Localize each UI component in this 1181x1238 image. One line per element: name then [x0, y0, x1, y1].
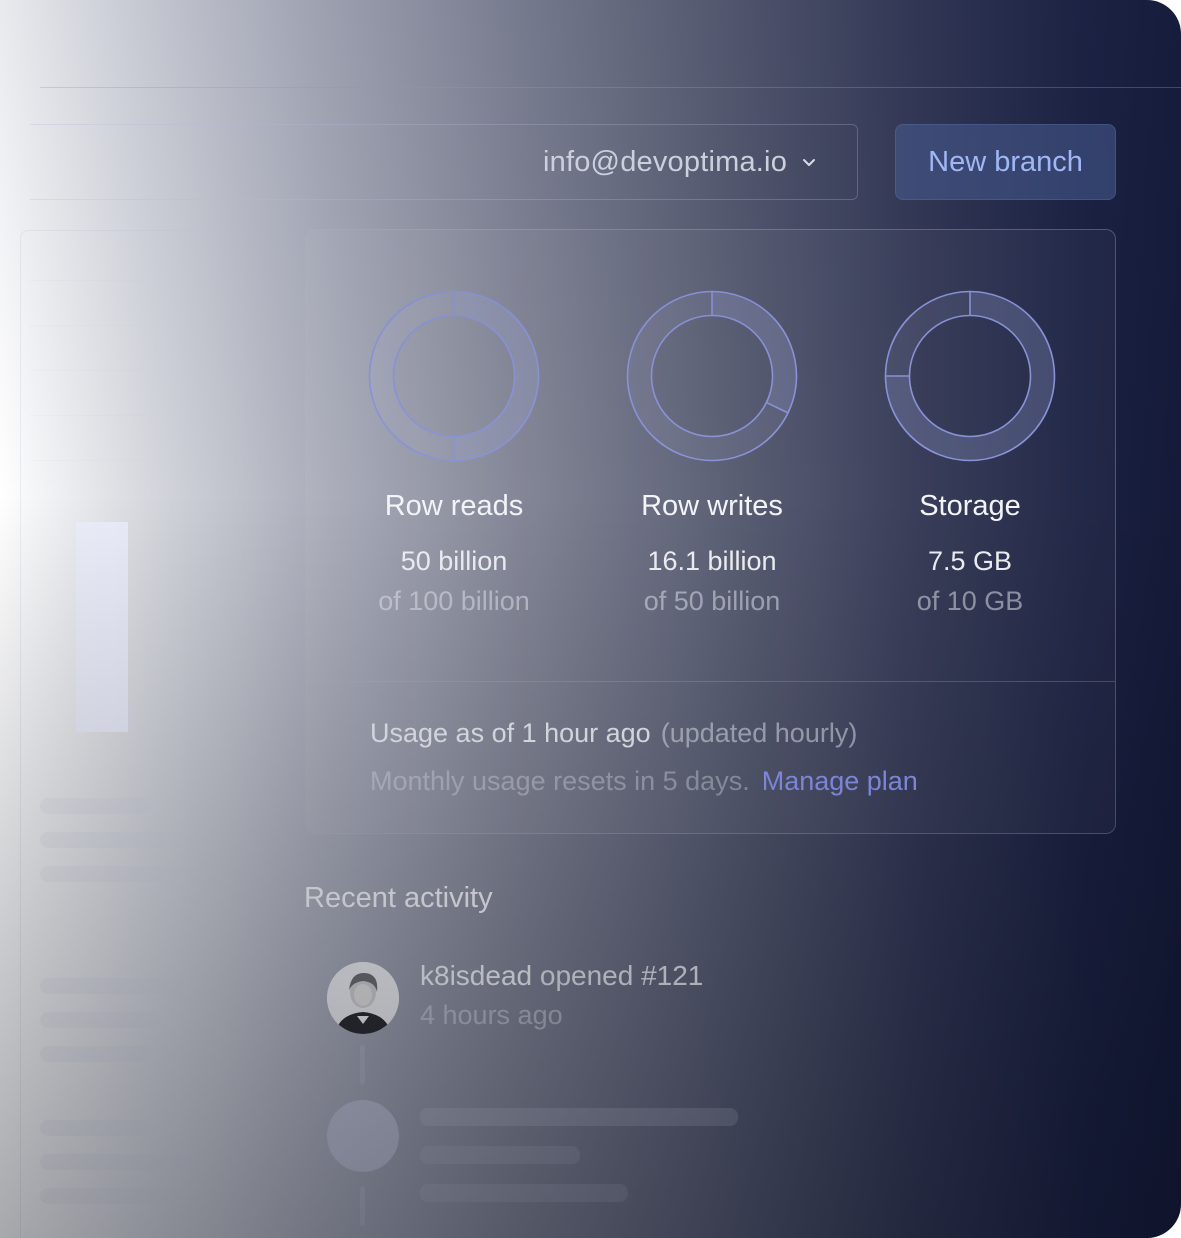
metric-value: 16.1 billion: [647, 546, 777, 576]
placeholder-line: [40, 1120, 150, 1136]
ring-outline: [650, 314, 774, 438]
activity-time: 4 hours ago: [420, 1000, 563, 1030]
placeholder-line: [40, 978, 190, 994]
chevron-down-icon: [803, 159, 816, 166]
usage-card: Row reads 50 billion of 100 billion Row …: [305, 229, 1116, 834]
placeholder-line: [40, 798, 150, 814]
timeline-connector: [360, 1186, 365, 1226]
timeline-connector: [360, 1045, 365, 1085]
app-window: info@devoptima.io New branch Row reads 5…: [0, 0, 1181, 1238]
usage-as-of: Usage as of 1 hour ago: [370, 718, 651, 748]
metric-limit: of 100 billion: [378, 586, 530, 616]
activity-item[interactable]: k8isdead opened #121: [420, 960, 703, 992]
manage-plan-link[interactable]: Manage plan: [762, 766, 918, 796]
placeholder-line: [40, 1154, 200, 1170]
metric-label: Row writes: [641, 490, 783, 522]
usage-ring: [884, 290, 1056, 462]
divider: [30, 460, 200, 461]
placeholder-line: [40, 866, 180, 882]
activity-action: opened #121: [539, 960, 704, 991]
placeholder-line: [420, 1108, 738, 1126]
ring-outline: [392, 314, 516, 438]
metric-label: Row reads: [384, 490, 524, 522]
placeholder-line: [40, 832, 200, 848]
sidebar-selection-highlight: [76, 522, 128, 732]
reset-text: Monthly usage resets in 5 days.: [370, 766, 750, 796]
metric-limit: of 50 billion: [643, 586, 781, 616]
divider: [30, 370, 200, 371]
usage-ring: [368, 290, 540, 462]
metric-value: 7.5 GB: [927, 546, 1013, 576]
avatar-image: [327, 962, 399, 1034]
placeholder-line: [420, 1184, 628, 1202]
header-divider: [40, 87, 1181, 88]
account-email: info@devoptima.io: [543, 145, 788, 178]
placeholder-line: [40, 1188, 180, 1204]
activity-user[interactable]: k8isdead: [420, 960, 532, 991]
ring-outline: [908, 314, 1032, 438]
divider: [30, 415, 200, 416]
placeholder-line: [420, 1146, 580, 1164]
placeholder-line: [40, 1046, 150, 1062]
update-note: (updated hourly): [660, 718, 858, 748]
user-photo-avatar[interactable]: [327, 962, 399, 1034]
usage-reset-info: Monthly usage resets in 5 days. Manage pl…: [370, 766, 918, 797]
usage-timestamp: Usage as of 1 hour ago (updated hourly): [370, 718, 857, 749]
divider: [30, 280, 200, 281]
placeholder-avatar: [327, 1100, 399, 1172]
sidebar-panel: [20, 230, 242, 1238]
metric-limit: of 10 GB: [916, 586, 1024, 616]
new-branch-button[interactable]: New branch: [895, 124, 1116, 200]
metric-label: Storage: [919, 490, 1021, 522]
account-switcher[interactable]: info@devoptima.io: [543, 124, 817, 200]
card-divider: [306, 681, 1115, 682]
metric-value: 50 billion: [400, 546, 508, 576]
placeholder-line: [40, 1012, 160, 1028]
usage-ring: [626, 290, 798, 462]
recent-activity-title: Recent activity: [304, 882, 493, 914]
divider: [30, 325, 200, 326]
